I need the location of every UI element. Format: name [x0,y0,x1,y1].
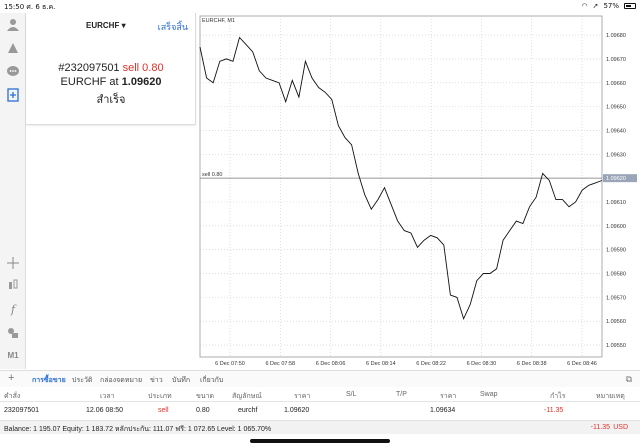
chart-title: EURCHF, M1 [202,18,235,24]
y-tick-label: 1.09660 [606,81,626,87]
col-sl: S/L [346,391,357,398]
cell-time: 12.06 08:50 [86,407,123,414]
battery-percent: 57% [603,2,619,10]
col-type: ประเภท [148,393,172,400]
cell-order: 232097501 [4,407,40,414]
x-tick-label: 6 Dec 08:14 [366,361,396,367]
y-tick-label: 1.09670 [606,57,626,63]
window-toggle-icon[interactable]: ⧉ [626,374,632,385]
order-type: sell 0.80 [122,62,164,74]
add-icon[interactable]: + [8,372,14,384]
col-swap: Swap [480,391,498,398]
col-comment: หมายเหตุ [596,393,625,400]
col-time: เวลา [100,393,115,400]
left-toolbar: f M1 [0,13,26,369]
col-tp: T/P [396,391,407,398]
cell-current-price: 1.09634 [430,407,456,414]
col-order: คำสั่ง [4,393,21,400]
cell-price: 1.09620 [284,407,310,414]
y-tick-label: 1.09680 [606,33,626,39]
order-price: 1.09620 [121,76,162,88]
tab-journal[interactable]: บันทึก [172,375,190,386]
crosshair-icon[interactable] [6,256,20,270]
current-price-label: 1.09620 [606,176,626,182]
bottom-tabs: + การซื้อขาย ประวัติ กล่องจดหมาย ข่าว บั… [0,370,640,387]
col-price: ราคา [294,393,311,400]
x-tick-label: 6 Dec 07:50 [215,361,245,367]
indicators-icon[interactable]: f [6,303,20,317]
col-size: ขนาด [196,393,215,400]
new-order-icon[interactable] [6,88,20,102]
y-tick-label: 1.09640 [606,128,626,134]
x-tick-label: 6 Dec 08:46 [567,361,597,367]
col-profit: กำไร [550,393,566,400]
y-tick-label: 1.09600 [606,224,626,230]
y-tick-label: 1.09560 [606,319,626,325]
y-tick-label: 1.09550 [606,343,626,349]
tab-history[interactable]: ประวัติ [72,375,92,386]
table-row[interactable]: 232097501 12.06 08:50 sell 0.80 eurchf 1… [0,404,640,418]
order-price-line: EURCHF at 1.09620 [26,76,196,88]
order-symbol-at: EURCHF at [60,76,119,88]
x-tick-label: 6 Dec 08:38 [517,361,547,367]
chart-canvas[interactable]: 1.09680 1.09670 1.09660 1.09650 1.09640 1.096… [196,13,640,370]
account-currency: USD [613,424,628,431]
table-header: คำสั่ง เวลา ประเภท ขนาด สัญลักษณ์ ราคา S… [0,388,640,402]
x-tick-label: 6 Dec 08:06 [316,361,346,367]
y-tick-label: 1.09570 [606,295,626,301]
x-tick-label: 6 Dec 07:58 [265,361,295,367]
quotes-icon[interactable] [6,41,20,55]
balance-summary: Balance: 1 195.07 Equity: 1 183.72 หลักป… [4,426,272,433]
y-tick-label: 1.09630 [606,152,626,158]
x-tick-label: 6 Dec 08:22 [416,361,446,367]
total-profit: -11.35 [590,424,610,431]
plot-area [199,15,603,358]
done-button[interactable]: เสร็จสิ้น [158,20,188,34]
tab-about[interactable]: เกี่ยวกับ [200,375,223,386]
col-current-price: ราคา [440,393,457,400]
tab-mailbox[interactable]: กล่องจดหมาย [100,375,142,386]
cell-type: sell [158,407,169,414]
y-tick-label: 1.09580 [606,272,626,278]
accounts-icon[interactable] [6,18,20,32]
cell-profit: -11.35 [544,407,564,414]
cell-symbol: eurchf [238,407,258,414]
status-date: ศ. 6 ธ.ค. [26,3,56,11]
order-summary: #232097501 sell 0.80 [26,62,196,74]
battery-icon [624,3,636,9]
order-line-label: sell 0.80 [202,172,223,178]
trade-result-panel: EURCHF ▾ เสร็จสิ้น #232097501 sell 0.80 … [26,13,196,125]
timeframe-m1-icon[interactable]: M1 [6,349,20,363]
home-indicator[interactable] [250,439,390,443]
x-tick-label: 6 Dec 08:30 [467,361,497,367]
wifi-icon: ◠ [581,2,588,10]
tab-trade[interactable]: การซื้อขาย [32,375,66,386]
tab-news[interactable]: ข่าว [150,375,163,386]
chat-icon[interactable] [6,65,20,79]
objects-icon[interactable] [6,326,20,340]
chevron-down-icon: ▾ [121,21,126,30]
col-symbol: สัญลักษณ์ [232,393,262,400]
order-result: สำเร็จ [96,94,126,106]
status-bar: 15:50 ศ. 6 ธ.ค. ◠ ➚ 57% [0,0,640,13]
price-chart[interactable]: 1.09680 1.09670 1.09660 1.09650 1.09640 1.096… [196,13,640,370]
y-tick-label: 1.09590 [606,248,626,254]
location-icon: ➚ [592,2,599,10]
trade-panel-header: EURCHF ▾ เสร็จสิ้น [26,13,196,39]
symbol-name: EURCHF [86,21,120,30]
y-tick-label: 1.09650 [606,105,626,111]
y-tick-label: 1.09610 [606,200,626,206]
status-time: 15:50 [4,3,25,11]
cell-size: 0.80 [196,407,210,414]
chart-type-icon[interactable] [6,278,20,292]
order-id: #232097501 [58,62,120,74]
symbol-selector[interactable]: EURCHF ▾ [86,21,126,30]
balance-bar: Balance: 1 195.07 Equity: 1 183.72 หลักป… [0,420,640,434]
